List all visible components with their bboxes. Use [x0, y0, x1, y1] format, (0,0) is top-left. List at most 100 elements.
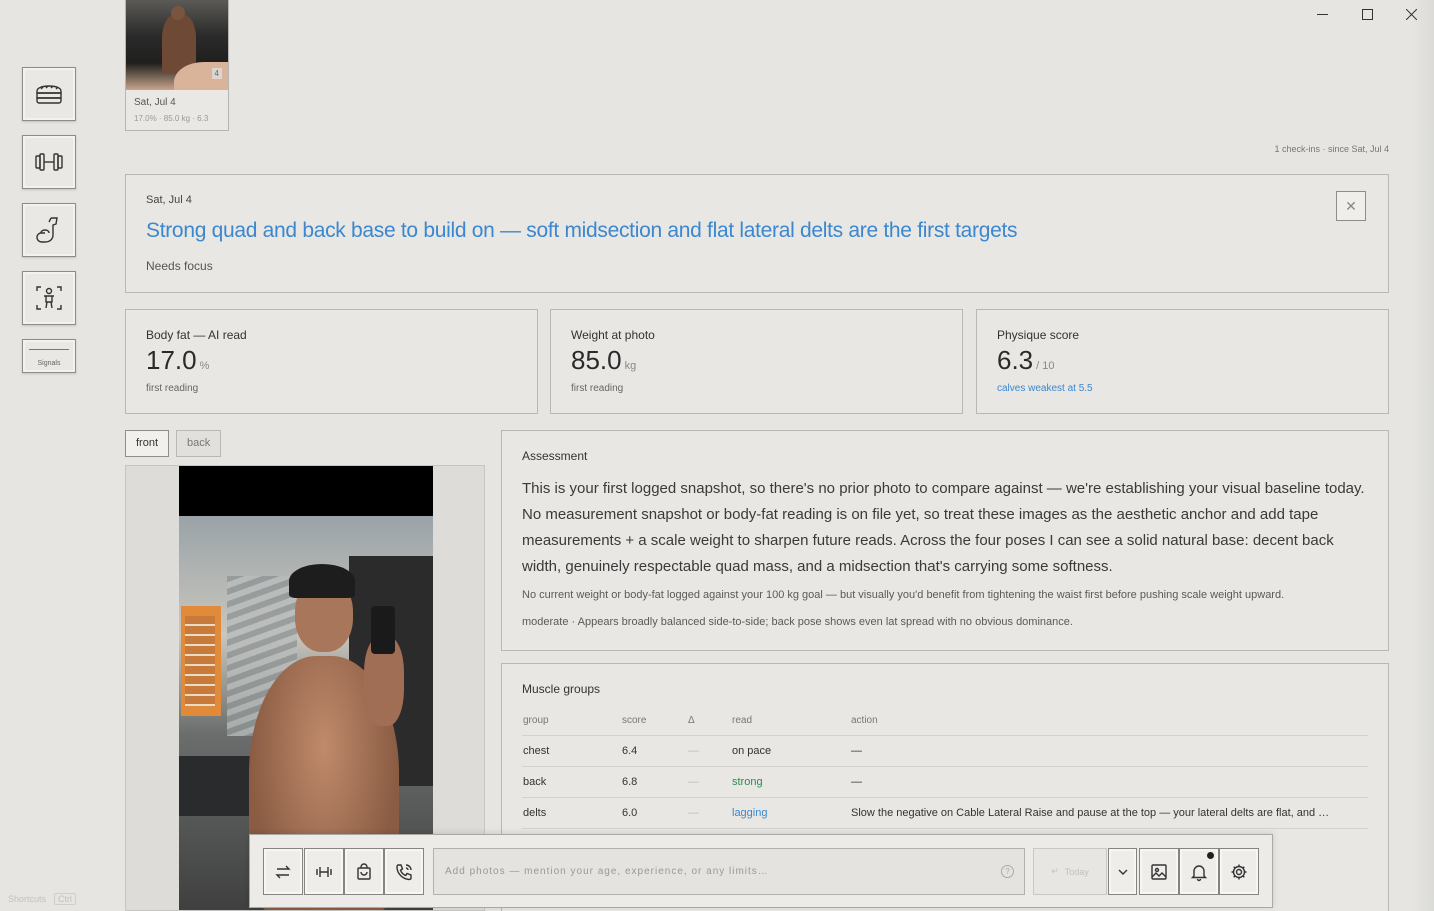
minimize-button[interactable] [1300, 0, 1345, 28]
metric-number: 85.0 [571, 345, 622, 375]
dumbbell-icon [35, 153, 63, 171]
metric-label: Physique score [997, 328, 1080, 342]
bell-icon [1190, 864, 1208, 881]
metric-note: first reading [571, 383, 624, 394]
muscle-name: chest [523, 745, 550, 757]
muscle-read: lagging [732, 807, 768, 819]
muscle-delta: — [688, 776, 699, 788]
table-row[interactable]: delts 6.0 — lagging Slow the negative on… [522, 798, 1368, 829]
signals-label: Signals [37, 360, 61, 367]
send-today-button[interactable]: ↵ Today [1033, 848, 1107, 895]
metric-value: 17.0% [146, 345, 209, 376]
checkin-meta: 17.0% · 85.0 kg · 6.3 [134, 114, 209, 123]
call-button[interactable] [384, 848, 424, 895]
message-placeholder: Add photos — mention your age, experienc… [445, 866, 769, 877]
bread-icon [36, 85, 62, 104]
tab-back[interactable]: back [176, 430, 222, 457]
shortcuts-label: Shortcuts [8, 894, 47, 904]
rail-workout-button[interactable] [22, 135, 76, 189]
shopping-bag-icon [357, 862, 371, 880]
maximize-icon [1361, 8, 1373, 20]
shortcuts-hint: Shortcuts Ctrl [8, 893, 77, 905]
composer-bar: Add photos — mention your age, experienc… [249, 834, 1273, 908]
muscle-score: 6.8 [622, 776, 638, 788]
rail-physique-button[interactable] [22, 271, 76, 325]
swap-button[interactable] [263, 848, 303, 895]
muscle-score: 6.4 [622, 745, 638, 757]
swap-icon [275, 865, 291, 878]
weakest-muscle-link[interactable]: calves weakest at 5.5 [997, 383, 1093, 394]
metric-card-physique-score: Physique score 6.3/ 10 calves weakest at… [976, 309, 1389, 414]
notifications-button[interactable] [1179, 848, 1219, 895]
rail-nutrition-button[interactable] [22, 67, 76, 121]
return-icon: ↵ [1051, 866, 1059, 876]
summary-date: Sat, Jul 4 [146, 194, 192, 206]
chevron-down-icon [1118, 869, 1127, 875]
maximize-button[interactable] [1345, 0, 1390, 28]
close-window-button[interactable] [1389, 0, 1434, 28]
metric-label: Body fat — AI read [146, 328, 247, 342]
gear-icon [1231, 864, 1247, 879]
metric-label: Weight at photo [571, 328, 655, 342]
shopping-button[interactable] [344, 848, 384, 895]
muscle-name: back [523, 776, 547, 788]
today-label: Today [1064, 866, 1089, 877]
image-icon [1151, 863, 1167, 880]
workout-log-button[interactable] [304, 848, 344, 895]
rail-signals-button[interactable]: Signals [22, 339, 76, 373]
checkin-date: Sat, Jul 4 [134, 97, 176, 108]
table-row[interactable]: chest 6.4 — on pace — [522, 736, 1368, 767]
balance-note: moderate · Appears broadly balanced side… [522, 616, 1073, 628]
muscle-action: Slow the negative on Cable Lateral Raise… [851, 807, 1330, 819]
metric-unit: kg [624, 360, 637, 372]
muscle-action: — [851, 776, 862, 788]
metric-card-weight: Weight at photo 85.0 kg first reading [550, 309, 963, 414]
checkin-thumbnail[interactable]: 4 Sat, Jul 4 17.0% · 85.0 kg · 6.3 [125, 0, 229, 131]
metric-number: 6.3 [997, 345, 1034, 375]
metric-number: 17.0 [146, 345, 197, 375]
muscle-delta: — [688, 807, 699, 819]
muscle-score: 6.0 [622, 807, 638, 819]
assessment-title: Assessment [522, 449, 588, 463]
goal-note: No current weight or body-fat logged aga… [522, 589, 1285, 601]
help-icon[interactable]: ? [1001, 865, 1014, 878]
summary-headline: Strong quad and back base to build on — … [146, 219, 1018, 242]
settings-button[interactable] [1219, 848, 1259, 895]
history-summary: 1 check-ins · since Sat, Jul 4 [1274, 144, 1389, 154]
notification-dot [1207, 852, 1214, 859]
flexed-arm-icon [36, 217, 58, 243]
muscle-name: delts [523, 807, 547, 819]
barbell-icon [316, 866, 332, 877]
metric-card-body-fat: Body fat — AI read 17.0% first reading [125, 309, 538, 414]
checkin-summary-card: Sat, Jul 4 Strong quad and back base to … [125, 174, 1389, 293]
table-row[interactable]: back 6.8 — strong — [522, 767, 1368, 798]
assessment-card: Assessment This is your first logged sna… [501, 430, 1389, 651]
assessment-body: This is your first logged snapshot, so t… [522, 480, 1365, 575]
column-header-action: action [851, 715, 878, 726]
column-header-score: score [622, 715, 647, 726]
window-edge-shade [1412, 0, 1434, 911]
close-icon [1406, 8, 1418, 20]
message-input[interactable]: Add photos — mention your age, experienc… [433, 848, 1025, 895]
date-dropdown-button[interactable] [1108, 848, 1137, 895]
window-controls [1300, 0, 1434, 28]
summary-status: Needs focus [146, 259, 213, 273]
tab-front[interactable]: front [125, 430, 170, 457]
muscle-groups-title: Muscle groups [522, 682, 601, 696]
close-summary-button[interactable]: ✕ [1336, 191, 1366, 221]
phone-call-icon [396, 863, 412, 880]
add-image-button[interactable] [1139, 848, 1179, 895]
close-icon: ✕ [1345, 197, 1357, 214]
metric-value: 6.3/ 10 [997, 345, 1055, 376]
metric-unit: % [199, 360, 210, 372]
muscle-read: strong [732, 776, 763, 788]
photo-count-badge: 4 [211, 68, 222, 79]
muscle-delta: — [688, 745, 699, 757]
muscle-read: on pace [732, 745, 772, 757]
muscle-groups-table: group score Δ read action chest 6.4 — on… [522, 706, 1368, 829]
metric-note: first reading [146, 383, 199, 394]
body-scan-icon [36, 286, 62, 310]
metric-value: 85.0 kg [571, 345, 636, 376]
column-header-delta: Δ [688, 715, 695, 726]
rail-strength-button[interactable] [22, 203, 76, 257]
